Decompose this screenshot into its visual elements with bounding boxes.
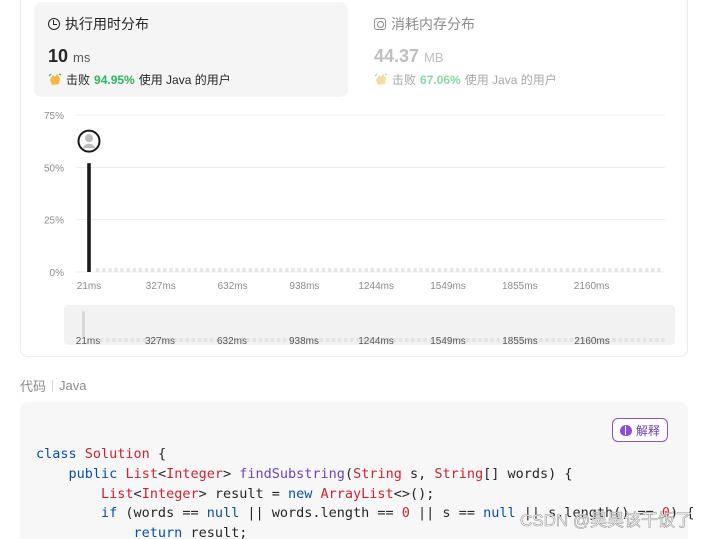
runtime-title: 执行用时分布 [65,16,149,32]
code-line: public List<Integer> findSubstring(Strin… [68,465,573,482]
code-label: 代码 [20,379,47,394]
memory-value: 44.37 [374,46,420,66]
memory-beats-pct: 67.06% [420,72,461,87]
clap-icon [48,73,62,85]
explain-button[interactable]: 解释 [612,418,668,442]
code-line: class Solution { [36,446,167,462]
brain-icon [619,424,632,436]
watermark: CSDN @昊昊该干饭了 [520,511,693,531]
runtime-unit: ms [73,50,91,65]
range-brush[interactable] [64,305,675,345]
runtime-beats: 击败 94.95% 使用 Java 的用户 [48,71,231,88]
memory-beats: 击败 67.06% 使用 Java 的用户 [374,71,557,88]
memory-card[interactable]: 消耗内存分布 44.37 MB 击败 67.06% 使用 Java 的用户 [360,2,660,97]
code-section-label: 代码 Java [20,376,86,395]
memory-title: 消耗内存分布 [391,16,475,32]
code-line: List<Integer> result = new ArrayList<>()… [101,485,435,502]
brush-handle[interactable] [82,311,85,337]
runtime-value: 10 [48,46,69,66]
runtime-beats-pct: 94.95% [94,72,135,87]
memory-chip-icon [374,18,386,30]
code-language: Java [59,378,87,393]
memory-unit: MB [424,50,444,65]
clap-icon [374,73,388,85]
label-divider [52,379,54,392]
runtime-card[interactable]: 执行用时分布 10 ms 击败 94.95% 使用 Java 的用户 [34,2,348,97]
clock-icon [48,18,60,30]
